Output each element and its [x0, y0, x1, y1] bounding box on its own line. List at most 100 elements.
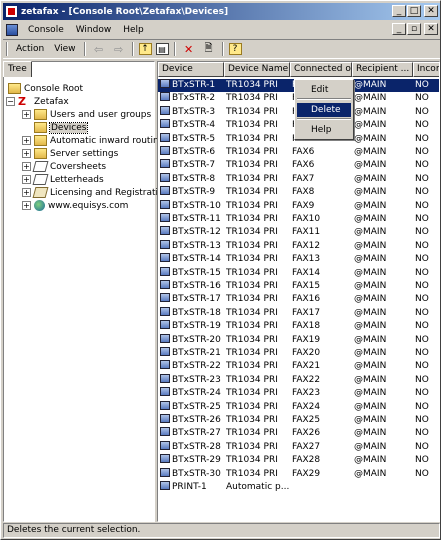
table-row[interactable]: BTxSTR-15 TR1034 PRI FAX14 @MAIN NO	[158, 266, 439, 280]
console-icon[interactable]	[6, 23, 18, 36]
table-cell: NO	[415, 320, 439, 333]
collapse-icon[interactable]: −	[6, 97, 15, 106]
table-cell: @MAIN	[354, 253, 413, 266]
tree-node-devices[interactable]: Devices	[34, 121, 89, 134]
tree-node-letterheads[interactable]: + Letterheads	[22, 173, 104, 186]
menu-help[interactable]: Help	[117, 25, 150, 35]
view-menu[interactable]: View	[49, 44, 80, 54]
tab-tree[interactable]: Tree	[3, 61, 32, 77]
table-row[interactable]: BTxSTR-19 TR1034 PRI FAX18 @MAIN NO	[158, 320, 439, 333]
table-cell: NO	[415, 200, 439, 213]
delete-icon[interactable]: ✕	[181, 41, 197, 57]
table-row[interactable]: BTxSTR-7 TR1034 PRI FAX6 @MAIN NO	[158, 159, 439, 172]
child-minimize-button[interactable]: _	[392, 23, 406, 35]
expand-icon[interactable]: +	[22, 175, 31, 184]
tree-node-licensing-and-registration[interactable]: + Licensing and Registration	[22, 186, 169, 199]
expand-icon[interactable]: +	[22, 201, 31, 210]
device-cell: BTxSTR-22	[160, 360, 224, 373]
table-cell: FAX27	[292, 441, 350, 454]
cell-text: PRINT-1	[172, 482, 207, 492]
table-row[interactable]: BTxSTR-10 TR1034 PRI FAX9 @MAIN NO	[158, 199, 439, 213]
table-row[interactable]: BTxSTR-16 TR1034 PRI FAX15 @MAIN NO	[158, 280, 439, 293]
table-row[interactable]: BTxSTR-18 TR1034 PRI FAX17 @MAIN NO	[158, 306, 439, 320]
expand-icon[interactable]: +	[22, 110, 31, 119]
properties-icon[interactable]: 🗎	[201, 41, 217, 57]
context-menu-edit[interactable]: Edit	[297, 83, 351, 97]
tree-node-coversheets[interactable]: + Coversheets	[22, 160, 106, 173]
table-row[interactable]: BTxSTR-8 TR1034 PRI FAX7 @MAIN NO	[158, 172, 439, 186]
folder-icon	[8, 83, 21, 94]
table-row[interactable]: BTxSTR-6 TR1034 PRI FAX6 @MAIN NO	[158, 146, 439, 159]
cell-text: @MAIN	[354, 415, 387, 425]
tree-node-automatic-inward-routing[interactable]: + Automatic inward routing	[22, 134, 164, 147]
cell-text: @MAIN	[354, 428, 387, 439]
cell-text: BTxSTR-22	[172, 361, 221, 372]
minimize-button[interactable]: _	[392, 5, 406, 17]
expand-icon[interactable]: +	[22, 162, 31, 171]
column-header-device-name[interactable]: Device Name	[224, 62, 290, 77]
up-one-level-icon[interactable]: ↑	[138, 43, 152, 55]
table-row[interactable]: BTxSTR-20 TR1034 PRI FAX19 @MAIN NO	[158, 333, 439, 347]
forward-arrow-icon[interactable]: ⇨	[111, 41, 127, 57]
expand-icon[interactable]: +	[22, 149, 31, 158]
help-icon[interactable]: ?	[228, 43, 242, 55]
table-row[interactable]: BTxSTR-23 TR1034 PRI FAX22 @MAIN NO	[158, 373, 439, 387]
child-close-button[interactable]: ✕	[424, 23, 438, 35]
coversheets-icon	[32, 161, 49, 172]
tree-node-console-root[interactable]: Console Root	[8, 82, 83, 95]
table-row[interactable]: BTxSTR-29 TR1034 PRI FAX28 @MAIN NO	[158, 454, 439, 467]
tree-node-www-equisys-com[interactable]: + www.equisys.com	[22, 199, 128, 212]
cell-text: @MAIN	[354, 147, 387, 157]
cell-text: FAX15	[292, 281, 321, 291]
column-header-recipient[interactable]: Recipient ...	[352, 62, 413, 77]
action-menu[interactable]: Action	[11, 44, 49, 54]
table-row[interactable]: BTxSTR-14 TR1034 PRI FAX13 @MAIN NO	[158, 253, 439, 266]
column-header-incoming[interactable]: Incom	[413, 62, 439, 77]
table-row[interactable]: BTxSTR-13 TR1034 PRI FAX12 @MAIN NO	[158, 239, 439, 253]
show-hide-tree-icon[interactable]: ▤	[155, 43, 169, 55]
title-bar[interactable]: zetafax - [Console Root\Zetafax\Devices]…	[3, 3, 440, 20]
cell-text: TR1034 PRI	[226, 294, 278, 305]
table-row[interactable]: BTxSTR-9 TR1034 PRI FAX8 @MAIN NO	[158, 186, 439, 199]
child-restore-button[interactable]: ▫	[407, 23, 421, 35]
table-row[interactable]: PRINT-1 Automatic p...	[158, 481, 439, 494]
cell-text: FAX8	[292, 187, 315, 198]
table-cell: TR1034 PRI	[226, 360, 290, 373]
menu-console[interactable]: Console	[22, 25, 70, 35]
table-row[interactable]: BTxSTR-21 TR1034 PRI FAX20 @MAIN NO	[158, 347, 439, 360]
table-row[interactable]: BTxSTR-11 TR1034 PRI FAX10 @MAIN NO	[158, 213, 439, 226]
table-row[interactable]: BTxSTR-22 TR1034 PRI FAX21 @MAIN NO	[158, 360, 439, 373]
table-row[interactable]: BTxSTR-12 TR1034 PRI FAX11 @MAIN NO	[158, 226, 439, 239]
menu-window[interactable]: Window	[70, 25, 118, 35]
maximize-button[interactable]: □	[407, 5, 421, 17]
column-header-device[interactable]: Device	[158, 62, 224, 77]
table-cell	[292, 481, 350, 494]
table-row[interactable]: BTxSTR-24 TR1034 PRI FAX23 @MAIN NO	[158, 387, 439, 400]
table-cell: @MAIN	[354, 226, 413, 239]
context-menu-help[interactable]: Help	[297, 123, 351, 137]
table-row[interactable]: BTxSTR-30 TR1034 PRI FAX29 @MAIN NO	[158, 467, 439, 481]
back-arrow-icon[interactable]: ⇦	[91, 41, 107, 57]
tree-node-users-and-user-groups[interactable]: + Users and user groups	[22, 108, 151, 121]
table-row[interactable]: BTxSTR-28 TR1034 PRI FAX27 @MAIN NO	[158, 440, 439, 454]
expand-icon[interactable]: +	[22, 136, 31, 145]
tree-node-server-settings[interactable]: + Server settings	[22, 147, 118, 160]
cell-text: NO	[415, 334, 429, 345]
expand-icon[interactable]: +	[22, 188, 31, 197]
table-cell: NO	[415, 226, 439, 239]
table-row[interactable]: BTxSTR-26 TR1034 PRI FAX25 @MAIN NO	[158, 414, 439, 427]
table-row[interactable]: BTxSTR-27 TR1034 PRI FAX26 @MAIN NO	[158, 427, 439, 440]
close-button[interactable]: ✕	[424, 5, 438, 17]
zetafax-app-icon[interactable]	[5, 5, 18, 18]
cell-text: BTxSTR-7	[172, 160, 216, 171]
table-cell: FAX15	[292, 280, 350, 293]
table-cell: NO	[415, 119, 439, 132]
device-cell: BTxSTR-29	[160, 454, 224, 467]
table-row[interactable]: BTxSTR-17 TR1034 PRI FAX16 @MAIN NO	[158, 293, 439, 306]
table-row[interactable]: BTxSTR-25 TR1034 PRI FAX24 @MAIN NO	[158, 400, 439, 414]
tree-node-zetafax[interactable]: − Z Zetafax	[6, 95, 69, 108]
column-header-connected-on[interactable]: Connected on	[290, 62, 352, 77]
toolbar: Action View ⇦ ⇨ ↑ ▤ ✕ 🗎 ?	[3, 39, 440, 59]
cell-text: BTxSTR-28	[172, 441, 221, 452]
context-menu-delete[interactable]: Delete	[297, 103, 351, 117]
